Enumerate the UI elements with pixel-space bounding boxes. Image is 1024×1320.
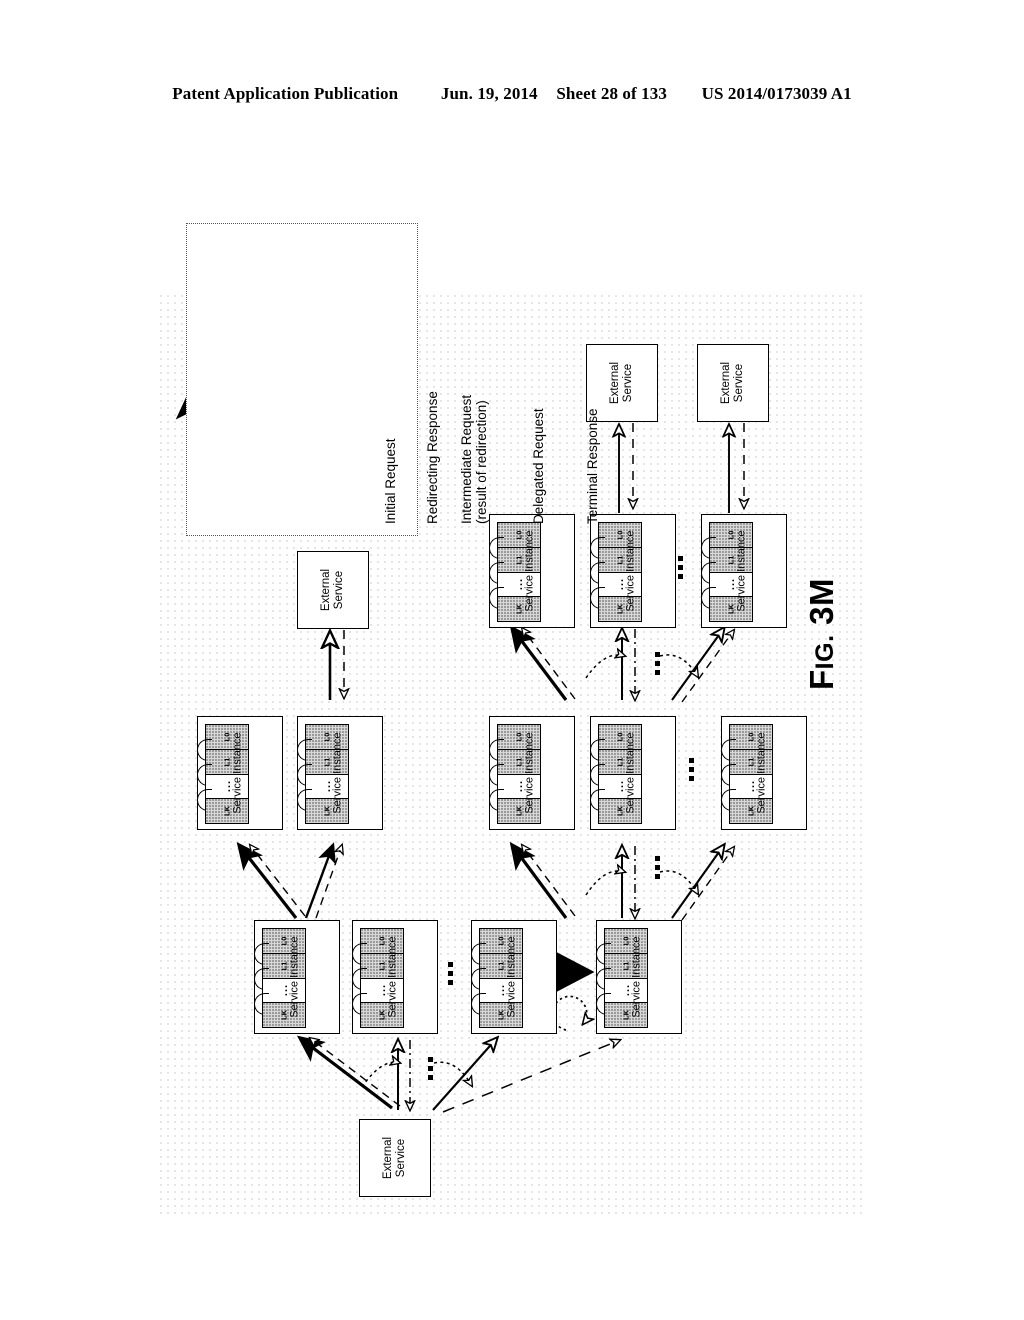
layer-label: L1 (377, 961, 387, 971)
service-instance-label: Service Instance (523, 732, 536, 814)
service-instance-label: Service Instance (624, 530, 637, 612)
layer-label: L0 (615, 732, 625, 742)
layer-label: L0 (621, 936, 631, 946)
ext-label-line1: External (609, 361, 622, 405)
external-service-top-a-label: External Service (609, 362, 635, 404)
ext-label-line1: External (382, 1136, 395, 1180)
legend-label-intermediate-request: Intermediate Request (result of redirect… (459, 395, 489, 524)
legend-label-initial-request: Initial Request (383, 438, 398, 524)
layer-label: L0 (222, 732, 232, 742)
service-instance-label: Service Instance (630, 936, 643, 1018)
ext-label-line2: Service (395, 1138, 407, 1178)
layer-label: L0 (514, 530, 524, 540)
external-service-mid-label: External Service (320, 569, 346, 611)
figure-label-number: 3M (803, 577, 840, 625)
service-instance-col1-b: L0 L1... LK Service Instance (297, 716, 383, 830)
layer-label: L1 (746, 757, 756, 767)
layer-label: L1 (615, 757, 625, 767)
external-service-top-b-label: External Service (720, 362, 746, 404)
external-service-bottom: External Service (359, 1119, 431, 1197)
layer-label: L1 (726, 555, 736, 565)
layer-label: L1 (496, 961, 506, 971)
service-instance-label: Service Instance (624, 732, 637, 814)
external-service-mid: External Service (297, 551, 369, 629)
service-instance-label: Service Instance (331, 732, 344, 814)
figure-label: FIG. 3M (803, 578, 841, 690)
layer-label: L1 (322, 757, 332, 767)
service-instance-label: Service Instance (505, 936, 518, 1018)
legend-label-redirecting-response: Redirecting Response (425, 391, 440, 524)
layer-label: L1 (222, 757, 232, 767)
service-instance-col3-b: L0 L1... LK Service Instance (590, 716, 676, 830)
service-instance-col4-a: L0 L1... LK Service Instance (254, 920, 340, 1034)
layer-label: LK (322, 806, 332, 817)
service-instance-label: Service Instance (231, 732, 244, 814)
service-instance-col3-c: L0 L1... LK Service Instance (721, 716, 807, 830)
diagram-arrow-layer (175, 375, 1024, 1113)
service-instance-col4-b: L0 L1... LK Service Instance (352, 920, 438, 1034)
ext-label-line2: Service (622, 363, 634, 403)
external-service-top-b: External Service (697, 344, 769, 422)
layer-label: LK (514, 604, 524, 615)
ext-label-line1: External (320, 568, 333, 612)
ext-label-line1: External (720, 361, 733, 405)
service-instance-label: Service Instance (386, 936, 399, 1018)
layer-label: LK (726, 604, 736, 615)
layer-label: LK (514, 806, 524, 817)
service-instance-label: Service Instance (755, 732, 768, 814)
external-service-bottom-label: External Service (382, 1137, 408, 1179)
service-instance-col2-a: L0 L1... LK Service Instance (489, 514, 575, 628)
ellipsis-col2 (678, 556, 683, 579)
layer-label: L1 (514, 555, 524, 565)
ellipsis-fan-upper (655, 652, 660, 675)
service-instance-label: Service Instance (288, 936, 301, 1018)
layer-label: L1 (621, 961, 631, 971)
layer-label: L1 (615, 555, 625, 565)
service-instance-col1-a: L0 L1... LK Service Instance (197, 716, 283, 830)
ext-label-line2: Service (333, 570, 345, 610)
layer-label: L0 (746, 732, 756, 742)
legend-box: Initial Request Redirecting Response Int… (186, 223, 600, 536)
layer-label: L0 (615, 530, 625, 540)
ellipsis-fan-bottom (428, 1057, 433, 1080)
layer-label: L0 (726, 530, 736, 540)
layer-label: L0 (514, 732, 524, 742)
layer-label: LK (496, 1010, 506, 1021)
service-instance-label: Service Instance (735, 530, 748, 612)
ellipsis-col4 (448, 962, 453, 985)
service-instance-col3-a: L0 L1... LK Service Instance (489, 716, 575, 830)
layer-label: LK (746, 806, 756, 817)
legend-label-intermediate-request-sub: (result of redirection) (474, 400, 490, 524)
legend-label-delegated-request: Delegated Request (531, 408, 546, 524)
legend-label-terminal-response: Terminal Response (585, 408, 600, 524)
layer-label: LK (621, 1010, 631, 1021)
layer-label: LK (615, 604, 625, 615)
ellipsis-col3 (689, 758, 694, 781)
ext-label-line2: Service (733, 363, 745, 403)
layer-label: L1 (279, 961, 289, 971)
service-instance-label: Service Instance (523, 530, 536, 612)
service-instance-col4-c: L0 L1... LK Service Instance (471, 920, 557, 1034)
layer-label: LK (615, 806, 625, 817)
layer-label: LK (279, 1010, 289, 1021)
layer-label: L0 (377, 936, 387, 946)
legend-label-intermediate-request-main: Intermediate Request (459, 394, 474, 524)
layer-label: LK (377, 1010, 387, 1021)
layer-label: L0 (279, 936, 289, 946)
layer-label: L0 (322, 732, 332, 742)
service-instance-col4-d: L0 L1... LK Service Instance (596, 920, 682, 1034)
figure-label-prefix: F (803, 669, 840, 690)
service-instance-col2-b: L0 L1... LK Service Instance (590, 514, 676, 628)
layer-label: L0 (496, 936, 506, 946)
layer-label: L1 (514, 757, 524, 767)
service-instance-col2-c: L0 L1... LK Service Instance (701, 514, 787, 628)
ellipsis-fan-middle (655, 856, 660, 879)
layer-label: LK (222, 806, 232, 817)
figure-label-rest: IG. (811, 634, 839, 670)
